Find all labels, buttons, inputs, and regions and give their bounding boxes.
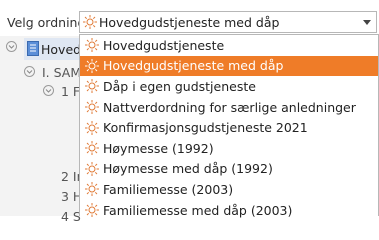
sun-icon	[85, 182, 99, 197]
dropdown-option[interactable]: Konfirmasjonsgudstjeneste 2021	[80, 117, 378, 138]
dropdown-option-label: Hovedgudstjeneste	[103, 37, 225, 53]
dropdown-option-label: Høymesse med dåp (1992)	[103, 161, 273, 177]
sun-icon	[85, 38, 99, 53]
dropdown-option-label: Dåp i egen gudstjeneste	[103, 78, 256, 94]
sun-icon	[85, 141, 99, 156]
dropdown-option[interactable]: Nattverdordning for særlige anledninger	[80, 97, 378, 118]
sun-icon	[83, 15, 97, 29]
ordning-label: Velg ordning	[7, 15, 86, 30]
combobox-value: Hovedgudstjeneste med dåp	[99, 15, 280, 30]
tree-node-item[interactable]: 4 S	[61, 209, 81, 224]
sun-icon	[85, 100, 99, 115]
dropdown-option-label: Konfirmasjonsgudstjeneste 2021	[103, 120, 308, 136]
dropdown-option-label: Nattverdordning for særlige anledninger	[103, 99, 356, 115]
collapse-toggle-icon[interactable]	[43, 85, 54, 96]
dropdown-option[interactable]: Hovedgudstjeneste	[80, 35, 378, 56]
dropdown-option[interactable]: Høymesse med dåp (1992)	[80, 159, 378, 180]
document-icon	[27, 41, 39, 56]
sun-icon	[85, 161, 99, 176]
collapse-toggle-icon[interactable]	[24, 66, 35, 77]
dropdown-option-label: Familiemesse (2003)	[103, 181, 234, 197]
dropdown-option[interactable]: Hovedgudstjeneste med dåp	[80, 55, 378, 77]
dropdown-option-label: Høymesse (1992)	[103, 140, 214, 156]
sun-icon	[85, 203, 99, 218]
tree-node-item[interactable]: 1 F	[61, 84, 80, 99]
dropdown-option[interactable]: Familiemesse (2003)	[80, 179, 378, 200]
dropdown-option-label: Hovedgudstjeneste med dåp	[103, 58, 284, 74]
dropdown-option[interactable]: Høymesse (1992)	[80, 138, 378, 159]
sun-icon	[85, 120, 99, 135]
dropdown-option[interactable]: Familiemesse med dåp (2003)	[80, 200, 378, 221]
chevron-down-icon[interactable]	[358, 12, 376, 32]
sun-icon	[85, 79, 99, 94]
collapse-toggle-icon[interactable]	[6, 41, 17, 52]
ordning-dropdown-list: Hovedgudstjeneste Hovedgudstjeneste med d…	[79, 34, 379, 218]
tree-node-section[interactable]: I. SAM	[42, 65, 81, 80]
sun-icon	[85, 58, 99, 73]
ordning-combobox[interactable]: Hovedgudstjeneste med dåp	[79, 11, 377, 33]
dropdown-option[interactable]: Dåp i egen gudstjeneste	[80, 76, 378, 97]
dropdown-option-label: Familiemesse med dåp (2003)	[103, 202, 293, 218]
